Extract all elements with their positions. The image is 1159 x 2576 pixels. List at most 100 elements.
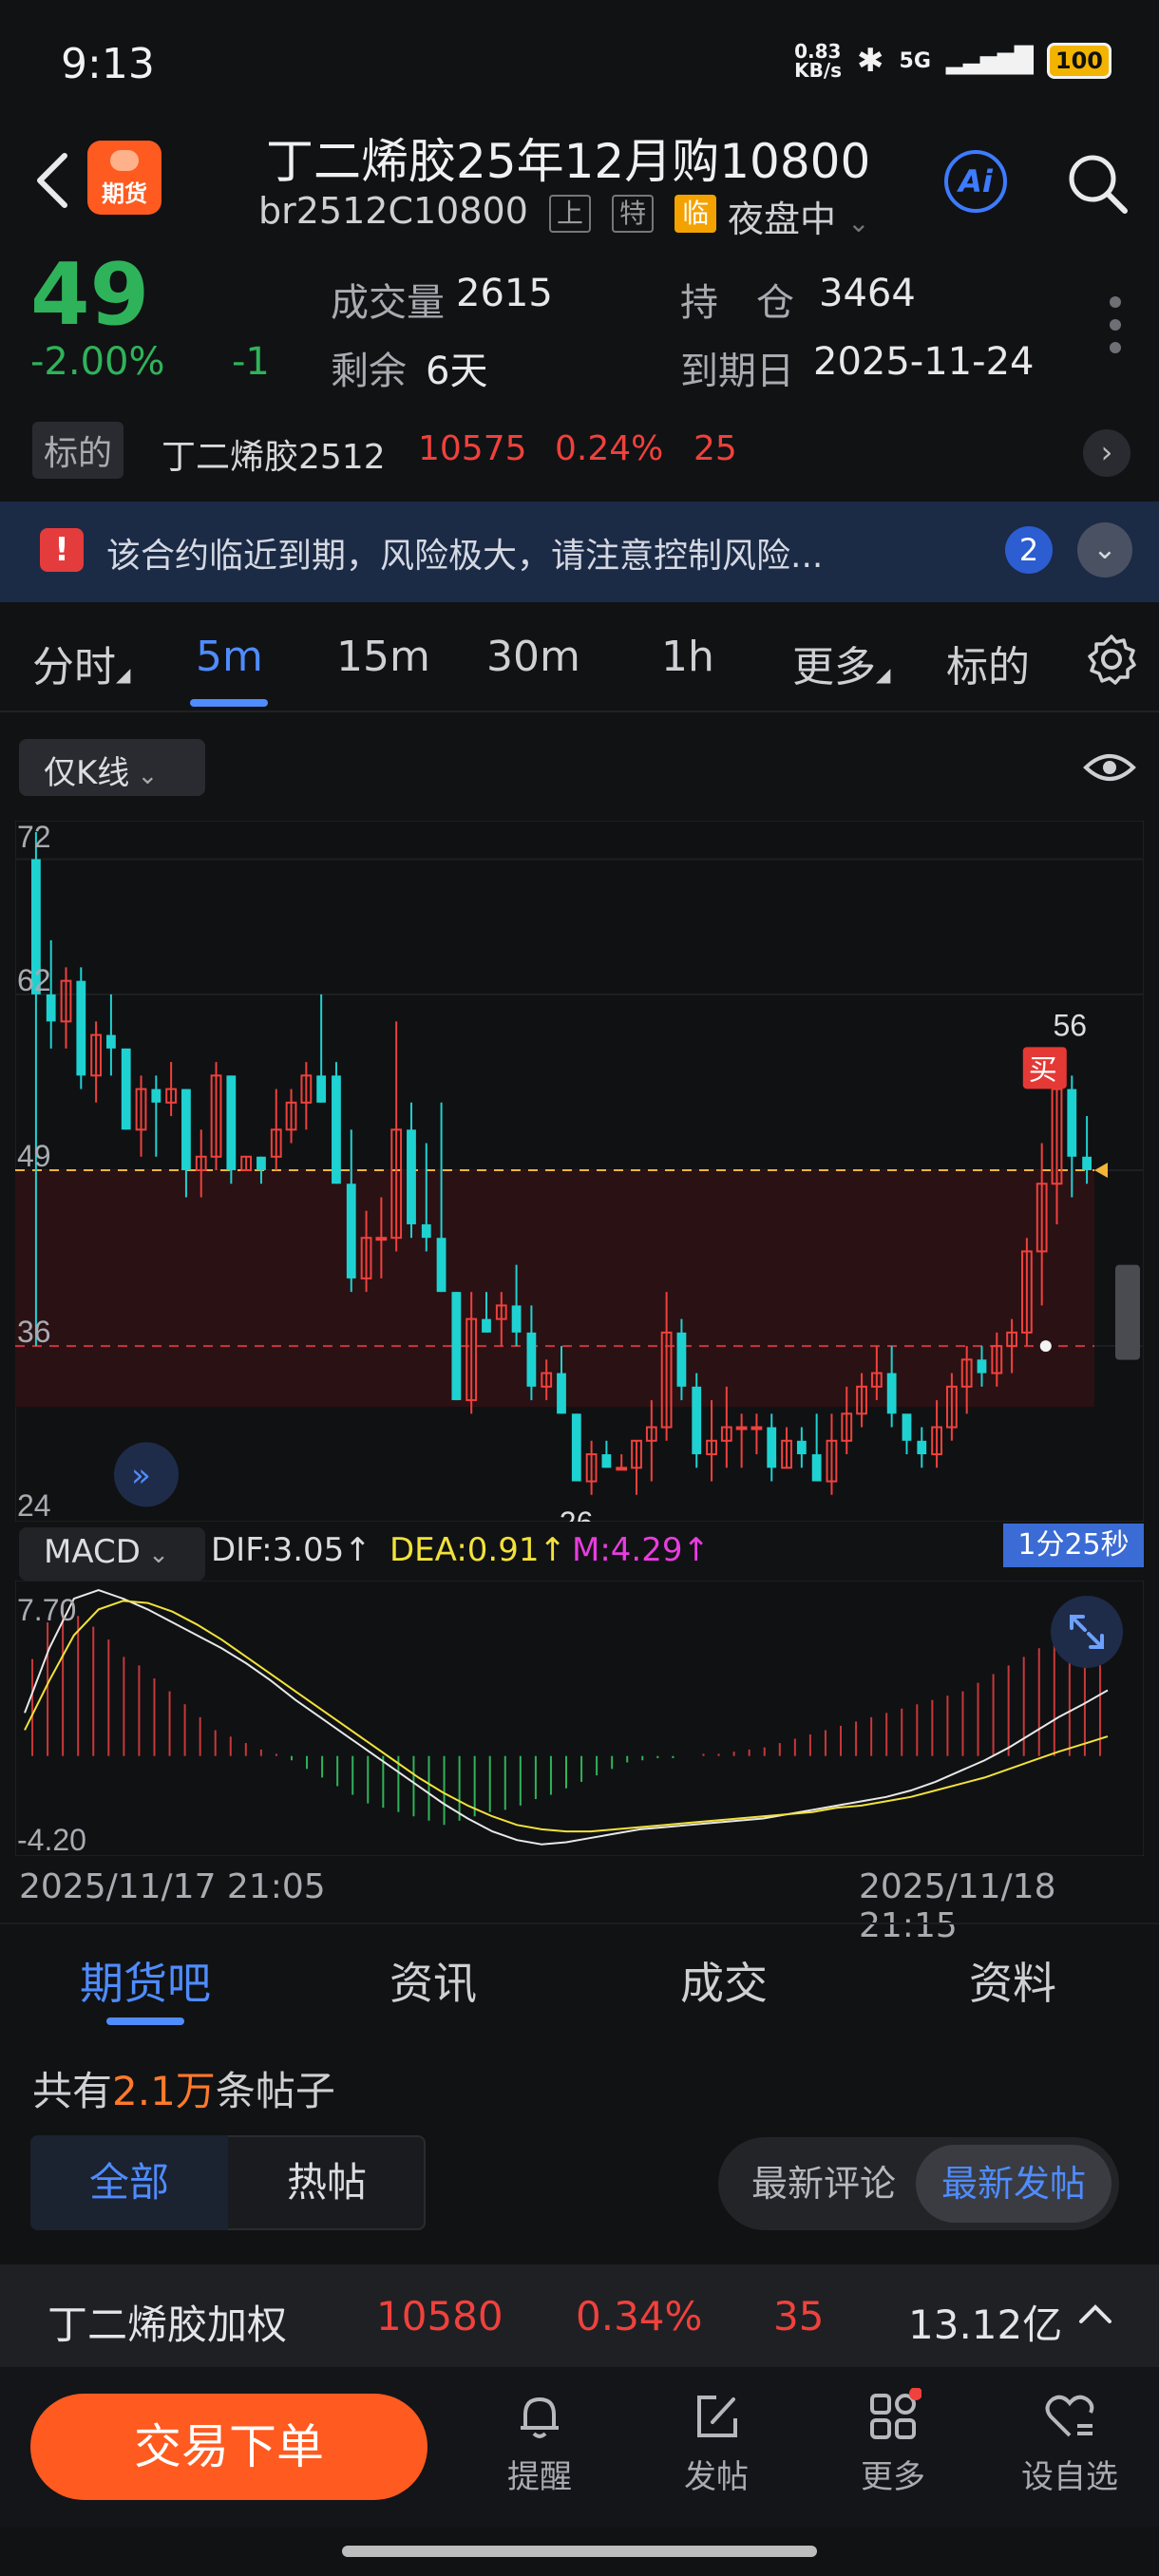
- kline-chart[interactable]: 72 62 49 36 24 56 26 买 »: [15, 821, 1144, 1522]
- y-tick-label: 49: [17, 1139, 51, 1173]
- candle-body: [526, 1332, 537, 1387]
- candle-body: [151, 1089, 162, 1103]
- network-speed: 0.83 KB/s: [794, 40, 843, 82]
- nav-post-label: 发帖: [684, 2458, 749, 2496]
- candle-body: [226, 1075, 237, 1170]
- tab-trades[interactable]: 成交: [680, 1949, 768, 2012]
- post-count-number: 2.1万: [112, 2068, 216, 2114]
- bluetooth-icon: ✱: [857, 42, 884, 80]
- place-order-button[interactable]: 交易下单: [30, 2394, 428, 2500]
- expand-ticker-button[interactable]: [1072, 2291, 1119, 2339]
- underlying-detail-button[interactable]: ›: [1083, 429, 1130, 477]
- tab-5m[interactable]: 5m: [196, 633, 263, 681]
- bar-countdown: 1分25秒: [1003, 1524, 1144, 1567]
- macd-chart[interactable]: 7.70 -4.20: [15, 1581, 1144, 1856]
- back-arrow-icon: [37, 153, 67, 208]
- tab-1h[interactable]: 1h: [661, 633, 714, 681]
- candle-body: [451, 1292, 462, 1401]
- sort-latest-comment-button[interactable]: 最新评论: [737, 2137, 910, 2230]
- candle-body: [571, 1413, 581, 1482]
- nav-watchlist-label: 设自选: [1021, 2458, 1118, 2496]
- underlying-change: 25: [694, 429, 737, 468]
- candle-body: [256, 1156, 266, 1170]
- chevron-down-icon: ⌄: [140, 1541, 169, 1569]
- battery-indicator: 100: [1046, 43, 1112, 79]
- candle-body: [616, 1467, 628, 1471]
- underlying-change-percent: 0.24%: [555, 429, 664, 468]
- signal-dot: [1039, 1340, 1052, 1353]
- tab-info[interactable]: 资料: [969, 1949, 1056, 2012]
- warning-icon: !: [40, 528, 84, 572]
- chevron-up-icon: [1079, 2304, 1112, 2323]
- expand-warnings-button[interactable]: ⌄: [1077, 522, 1132, 578]
- side-panel-handle: [1115, 1264, 1140, 1360]
- filter-hot-button[interactable]: 热帖: [228, 2135, 426, 2230]
- nav-alert-label: 提醒: [507, 2458, 572, 2496]
- status-indicators: 0.83 KB/s ✱ 5G ▂▃▅▆█ 100: [794, 42, 1112, 80]
- candle-body: [676, 1332, 687, 1387]
- candle-body: [121, 1048, 131, 1130]
- session-status: 夜盘中: [728, 199, 837, 240]
- candle-body: [902, 1413, 912, 1441]
- filter-all-button[interactable]: 全部: [30, 2135, 228, 2230]
- special-tag: 特: [612, 194, 655, 233]
- nav-more[interactable]: 更多: [836, 2388, 950, 2502]
- expiry-label: 到期日: [680, 350, 794, 393]
- macd-m-value: M:4.29↑: [572, 1531, 710, 1569]
- tab-15m[interactable]: 15m: [336, 633, 430, 681]
- buy-signal-label: 买: [1029, 1053, 1057, 1087]
- candle-body: [316, 1075, 327, 1103]
- candle-body: [692, 1386, 702, 1455]
- sort-latest-post-button[interactable]: 最新发帖: [916, 2145, 1112, 2223]
- tab-more[interactable]: 更多◢: [792, 633, 890, 693]
- post-count-prefix: 共有: [32, 2068, 113, 2114]
- index-change: 35: [773, 2293, 825, 2339]
- more-options-button[interactable]: [1106, 296, 1125, 367]
- ai-assistant-button[interactable]: Ai: [944, 150, 1007, 213]
- indicator-label: MACD: [44, 1533, 141, 1571]
- post-count: 共有2.1万条帖子: [32, 2059, 335, 2117]
- candle-body: [436, 1238, 446, 1293]
- candle-body: [332, 1075, 341, 1184]
- y-tick-label: 72: [17, 821, 51, 854]
- macd-dea-value: DEA:0.91↑: [390, 1531, 566, 1569]
- session-selector[interactable]: 夜盘中 ⌄: [728, 190, 870, 242]
- eye-icon: [1083, 754, 1136, 781]
- nav-add-watchlist[interactable]: 设自选: [1013, 2388, 1127, 2502]
- price-change: -1: [232, 340, 270, 384]
- indicator-select[interactable]: MACD ⌄: [19, 1527, 205, 1581]
- high-price-label: 56: [1053, 1008, 1087, 1042]
- underlying-name[interactable]: 丁二烯胶2512: [162, 429, 386, 479]
- heart-add-icon: [1045, 2395, 1094, 2437]
- underlying-price: 10575: [418, 429, 527, 468]
- nav-alert[interactable]: 提醒: [483, 2388, 597, 2502]
- bell-icon: [521, 2397, 559, 2438]
- y-tick-label: 24: [17, 1488, 51, 1522]
- chevron-down-icon: ⌄: [847, 207, 870, 238]
- tab-news[interactable]: 资讯: [390, 1949, 477, 2012]
- low-price-label: 26: [560, 1506, 594, 1522]
- candle-body: [181, 1089, 191, 1170]
- chart-mode-label: 仅K线: [44, 754, 130, 792]
- tab-timeshare[interactable]: 分时◢: [32, 633, 130, 693]
- chart-settings-button[interactable]: [1085, 633, 1138, 686]
- tab-forum[interactable]: 期货吧: [80, 1949, 211, 2012]
- post-count-suffix: 条帖子: [215, 2068, 335, 2114]
- grid-icon: [870, 2388, 922, 2439]
- chevron-right-icon: ›: [1100, 434, 1113, 470]
- fullscreen-chart-button[interactable]: [1051, 1596, 1123, 1668]
- contract-code: br2512C10800: [258, 190, 528, 232]
- candle-body: [46, 994, 56, 1022]
- nav-post[interactable]: 发帖: [659, 2388, 773, 2502]
- tab-30m[interactable]: 30m: [486, 633, 580, 681]
- edit-icon: [697, 2396, 737, 2437]
- open-interest-value: 3464: [819, 272, 916, 315]
- tab-underlying[interactable]: 标的: [946, 633, 1030, 693]
- warning-count-badge: 2: [1005, 526, 1053, 574]
- candle-body: [886, 1373, 897, 1414]
- back-button[interactable]: [27, 142, 84, 218]
- macd-max-label: 7.70: [17, 1593, 76, 1627]
- visibility-toggle-button[interactable]: [1083, 750, 1136, 785]
- chart-mode-select[interactable]: 仅K线 ⌄: [19, 739, 205, 796]
- search-button[interactable]: [1064, 150, 1130, 217]
